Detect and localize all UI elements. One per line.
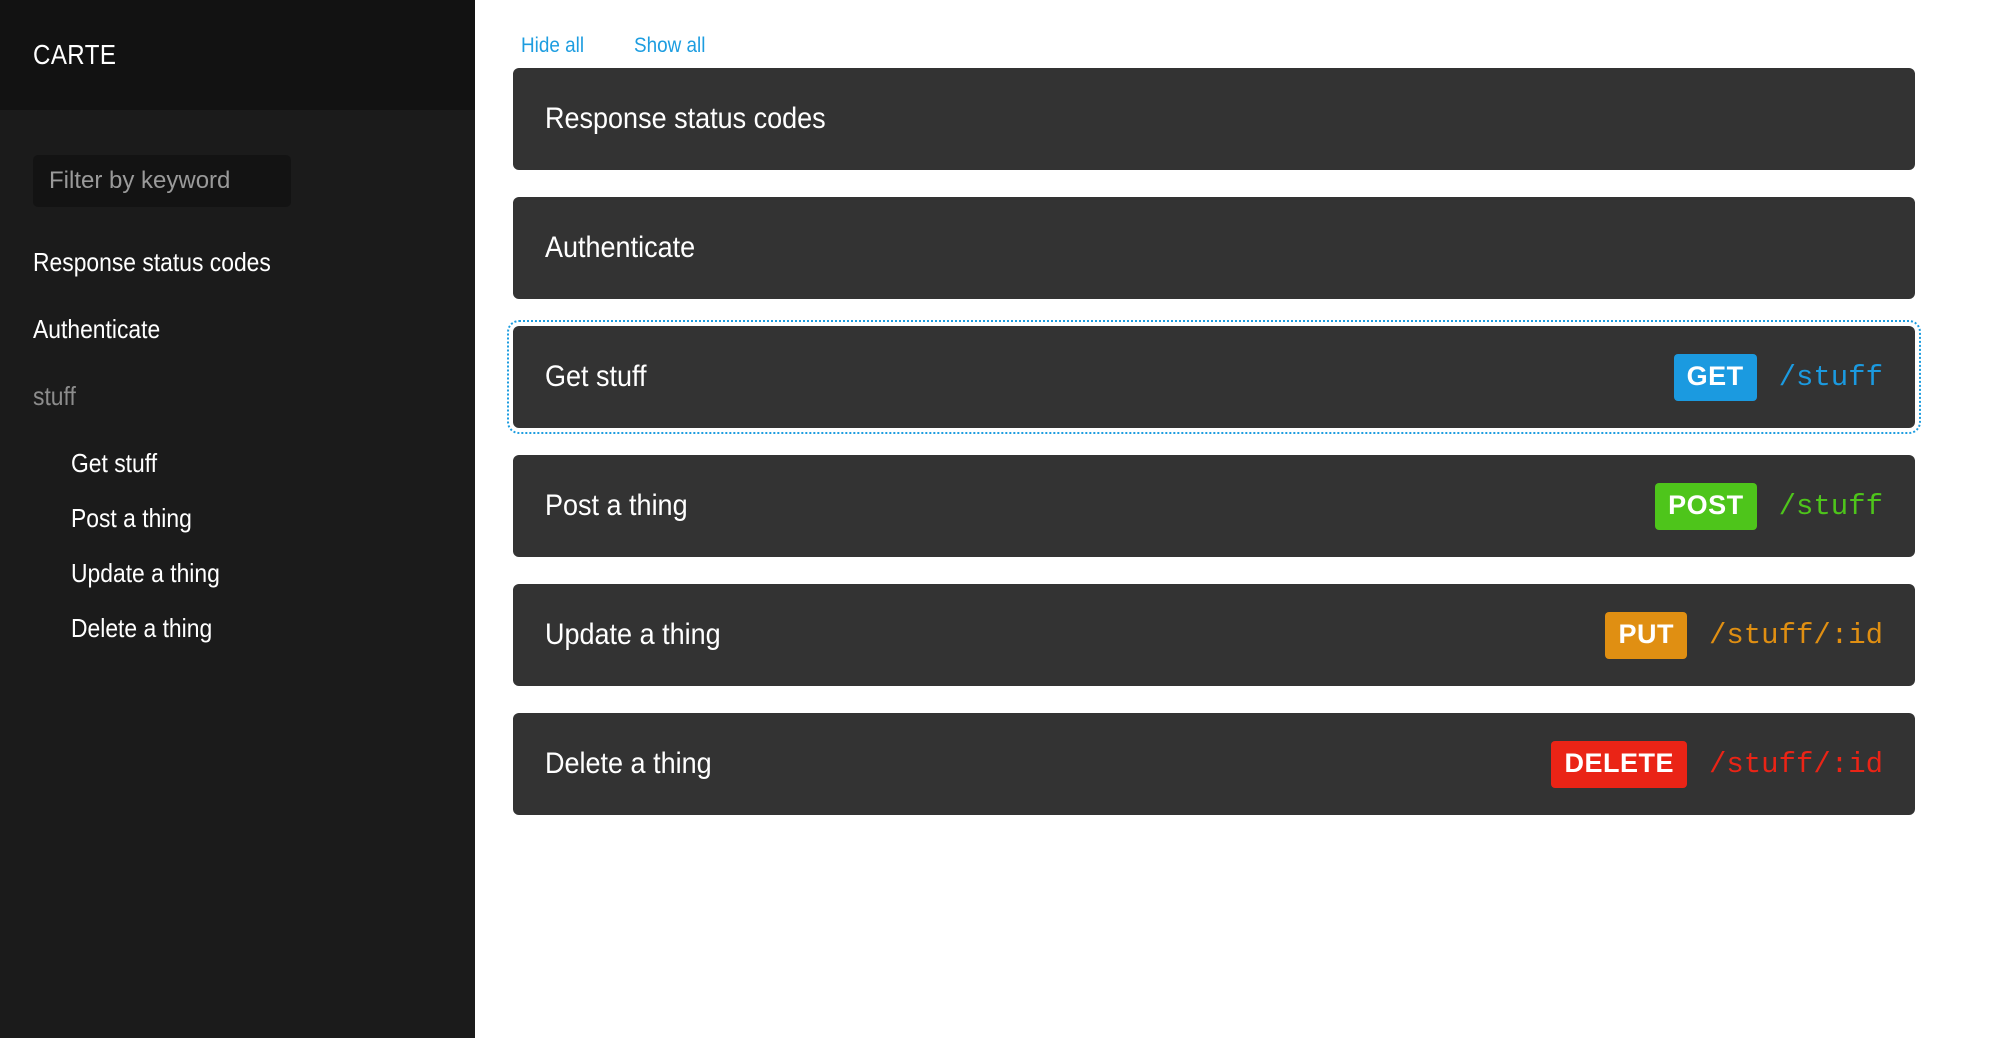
sidebar-item-delete-a-thing[interactable]: Delete a thing xyxy=(71,615,397,641)
endpoint-path: /stuff/:id xyxy=(1708,618,1883,652)
endpoint-meta: DELETE/stuff/:id xyxy=(1551,740,1883,788)
sidebar-item-update-a-thing[interactable]: Update a thing xyxy=(71,560,397,586)
hide-all-link[interactable]: Hide all xyxy=(521,34,584,58)
http-verb-badge: POST xyxy=(1655,482,1757,530)
sidebar-body: Response status codes Authenticate stuff Ge… xyxy=(0,110,475,1038)
endpoint-row[interactable]: Get stuff GET/stuff xyxy=(507,320,1921,434)
endpoint-meta: GET/stuff xyxy=(1673,353,1883,401)
sidebar-item-get-stuff[interactable]: Get stuff xyxy=(71,450,397,476)
http-verb-badge: DELETE xyxy=(1551,740,1687,788)
http-verb-badge: PUT xyxy=(1605,611,1687,659)
endpoint-path: /stuff/:id xyxy=(1708,747,1883,781)
endpoint-path: /stuff xyxy=(1778,489,1883,523)
endpoint-title: Get stuff xyxy=(545,360,647,393)
endpoint-row[interactable]: Authenticate xyxy=(513,197,1915,299)
sidebar-header: CARTE xyxy=(0,0,475,110)
endpoint-title: Delete a thing xyxy=(545,747,712,780)
brand-title: CARTE xyxy=(33,39,117,70)
endpoint-row[interactable]: Delete a thing DELETE/stuff/:id xyxy=(513,713,1915,815)
filter-input[interactable] xyxy=(33,155,291,207)
endpoint-row[interactable]: Post a thing POST/stuff xyxy=(513,455,1915,557)
endpoint-row[interactable]: Response status codes xyxy=(513,68,1915,170)
endpoint-title: Update a thing xyxy=(545,618,721,651)
endpoint-title: Post a thing xyxy=(545,489,688,522)
endpoint-list: Response status codes Authenticate Get stu… xyxy=(507,68,1921,815)
toolbar: Hide all Show all xyxy=(513,0,1915,57)
endpoint-meta: PUT/stuff/:id xyxy=(1605,611,1883,659)
sidebar-item-post-a-thing[interactable]: Post a thing xyxy=(71,505,397,531)
sidebar-item-stuff: stuff xyxy=(33,381,76,411)
sidebar-nav: Response status codes Authenticate stuff Ge… xyxy=(33,249,442,641)
endpoint-title: Authenticate xyxy=(545,231,696,264)
show-all-link[interactable]: Show all xyxy=(634,34,705,58)
sidebar: CARTE Response status codes Authenticate s… xyxy=(0,0,475,1038)
endpoint-meta: POST/stuff xyxy=(1655,482,1883,530)
endpoint-title: Response status codes xyxy=(545,102,826,135)
http-verb-badge: GET xyxy=(1673,353,1757,401)
main-content: Hide all Show all Response status codes A… xyxy=(475,0,1994,1038)
app-root: CARTE Response status codes Authenticate s… xyxy=(0,0,1994,1038)
sidebar-item-authenticate[interactable]: Authenticate xyxy=(33,316,393,342)
sidebar-item-response-status-codes[interactable]: Response status codes xyxy=(33,249,393,275)
endpoint-row[interactable]: Update a thing PUT/stuff/:id xyxy=(513,584,1915,686)
endpoint-path: /stuff xyxy=(1778,360,1883,394)
